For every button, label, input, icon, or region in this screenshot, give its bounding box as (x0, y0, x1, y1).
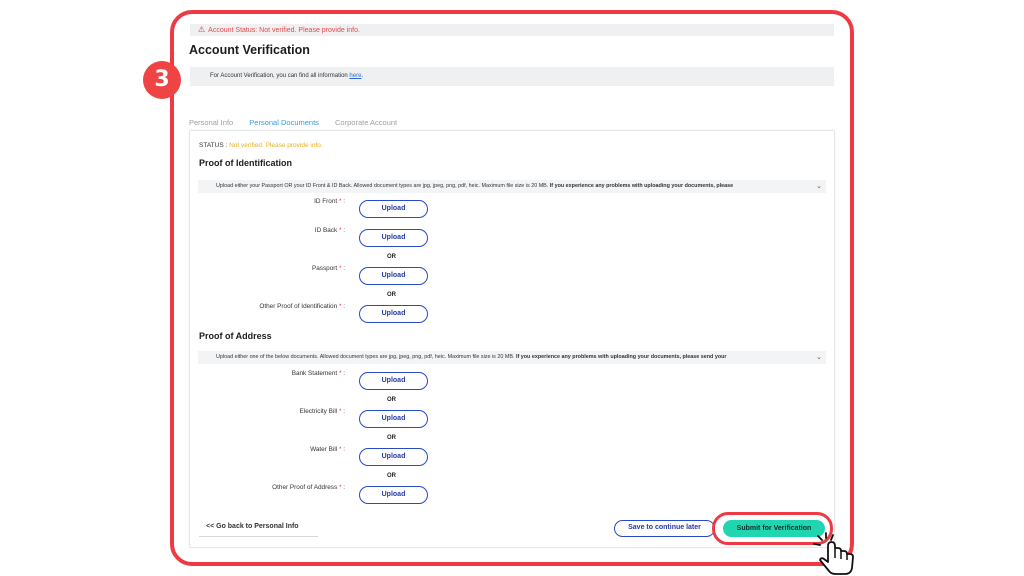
address-note[interactable]: Upload either one of the below documents… (198, 351, 826, 364)
id-front-label: ID Front * : (314, 198, 345, 205)
other-address-label: Other Proof of Address * : (272, 484, 345, 491)
address-note-bold: If you experience any problems with uplo… (515, 354, 727, 360)
identification-section-title: Proof of Identification (199, 158, 292, 168)
electricity-bill-label: Electricity Bill * : (299, 408, 345, 415)
other-address-label-text: Other Proof of Address (272, 484, 338, 491)
chevron-down-icon[interactable]: ⌄ (816, 351, 822, 364)
bank-statement-label: Bank Statement * : (291, 370, 345, 377)
tab-corporate-account[interactable]: Corporate Account (335, 118, 397, 127)
address-note-text: Upload either one of the below documents… (216, 354, 516, 360)
required-marker: * (337, 484, 342, 491)
verification-status: STATUS : Not verified. Please provide in… (199, 142, 323, 149)
id-front-upload-button[interactable]: Upload (359, 200, 428, 218)
screenshot-stage: 3 ⚠ Account Status: Not verified. Please … (0, 0, 1024, 576)
id-front-label-text: ID Front (314, 198, 338, 205)
other-id-label-text: Other Proof of Identification (259, 303, 338, 310)
passport-upload-button[interactable]: Upload (359, 267, 428, 285)
id-back-label-text: ID Back (314, 227, 338, 234)
water-bill-upload-button[interactable]: Upload (359, 448, 428, 466)
bank-statement-label-text: Bank Statement (291, 370, 338, 377)
bank-statement-upload-button[interactable]: Upload (359, 372, 428, 390)
submit-for-verification-button[interactable]: Submit for Verification (723, 520, 825, 537)
address-section-title: Proof of Address (199, 331, 272, 341)
required-marker: * (337, 446, 342, 453)
identification-note[interactable]: Upload either your Passport OR your ID F… (198, 180, 826, 193)
or-separator: OR (387, 397, 396, 403)
status-value: Not verified. Please provide info. (229, 142, 323, 149)
other-id-label: Other Proof of Identification * : (259, 303, 345, 310)
hand-pointer-click-icon (813, 532, 854, 575)
passport-label: Passport * : (311, 265, 345, 272)
chevron-down-icon[interactable]: ⌄ (816, 180, 822, 193)
passport-label-text: Passport (311, 265, 338, 272)
electricity-bill-upload-button[interactable]: Upload (359, 410, 428, 428)
warning-icon: ⚠ (198, 25, 206, 34)
info-bar: For Account Verification, you can find a… (190, 67, 834, 86)
tab-bar: Personal Info Personal Documents Corpora… (189, 118, 411, 127)
save-continue-later-button[interactable]: Save to continue later (614, 520, 715, 537)
tab-personal-documents[interactable]: Personal Documents (249, 118, 319, 127)
id-back-upload-button[interactable]: Upload (359, 229, 428, 247)
account-status-text: Account Status: Not verified. Please pro… (208, 27, 360, 34)
required-marker: * (337, 198, 342, 205)
required-marker: * (337, 265, 342, 272)
identification-note-text: Upload either your Passport OR your ID F… (216, 183, 550, 189)
electricity-bill-label-text: Electricity Bill (299, 408, 338, 415)
identification-note-bold: If you experience any problems with uplo… (549, 183, 734, 189)
or-separator: OR (387, 473, 396, 479)
page-title: Account Verification (189, 43, 310, 57)
other-address-upload-button[interactable]: Upload (359, 486, 428, 504)
info-text: For Account Verification, you can find a… (210, 73, 350, 79)
tab-personal-info[interactable]: Personal Info (189, 118, 233, 127)
or-separator: OR (387, 254, 396, 260)
info-link[interactable]: here (349, 73, 361, 79)
id-back-label: ID Back * : (314, 227, 345, 234)
required-marker: * (337, 303, 342, 310)
or-separator: OR (387, 292, 396, 298)
water-bill-label: Water Bill * : (310, 446, 345, 453)
required-marker: * (337, 227, 342, 234)
or-separator: OR (387, 435, 396, 441)
step-number-badge: 3 (143, 61, 181, 99)
water-bill-label-text: Water Bill (310, 446, 338, 453)
required-marker: * (337, 408, 342, 415)
back-to-personal-info-link[interactable]: << Go back to Personal Info (199, 523, 318, 537)
required-marker: * (337, 370, 342, 377)
account-status-bar: ⚠ Account Status: Not verified. Please pr… (190, 24, 834, 36)
status-label: STATUS : (199, 142, 230, 149)
other-id-upload-button[interactable]: Upload (359, 305, 428, 323)
info-end: . (361, 73, 364, 79)
